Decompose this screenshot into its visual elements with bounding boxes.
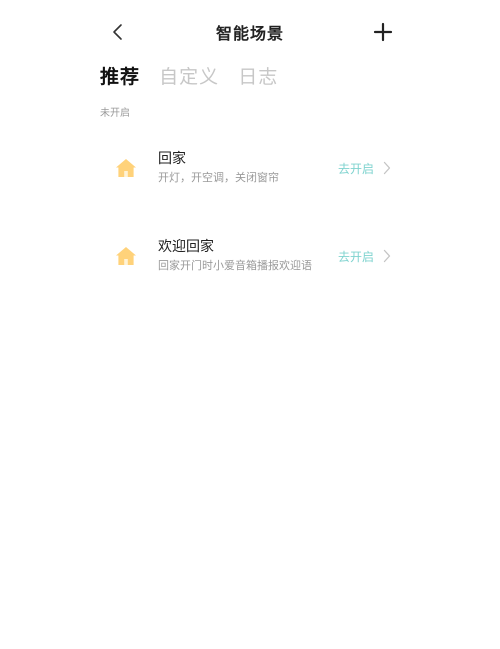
scene-description: 回家开门时小爱音箱播报欢迎语 xyxy=(158,259,312,272)
chevron-right-icon xyxy=(383,249,391,263)
scene-tabs: 推荐 自定义 日志 xyxy=(100,62,292,92)
enable-scene-link[interactable]: 去开启 xyxy=(338,248,374,265)
section-label-not-enabled: 未开启 xyxy=(100,108,130,119)
page-title: 智能场景 xyxy=(215,24,284,43)
scene-description: 开灯，开空调，关闭窗帘 xyxy=(158,171,279,184)
house-icon xyxy=(116,247,136,265)
tab-custom[interactable]: 自定义 xyxy=(159,62,219,89)
nav-bar: 智能场景 xyxy=(0,0,500,64)
plus-icon xyxy=(373,22,393,42)
scene-card-welcome-home[interactable]: 欢迎回家 回家开门时小爱音箱播报欢迎语 去开启 xyxy=(100,227,400,287)
add-scene-button[interactable] xyxy=(370,19,396,45)
house-icon xyxy=(116,159,136,177)
tab-recommended[interactable]: 推荐 xyxy=(100,62,140,89)
enable-scene-link[interactable]: 去开启 xyxy=(338,160,374,177)
tab-log[interactable]: 日志 xyxy=(238,62,278,89)
scene-title: 欢迎回家 xyxy=(158,239,214,255)
scene-card-go-home[interactable]: 回家 开灯，开空调，关闭窗帘 去开启 xyxy=(100,139,400,199)
scene-title: 回家 xyxy=(158,151,186,167)
chevron-right-icon xyxy=(383,161,391,175)
